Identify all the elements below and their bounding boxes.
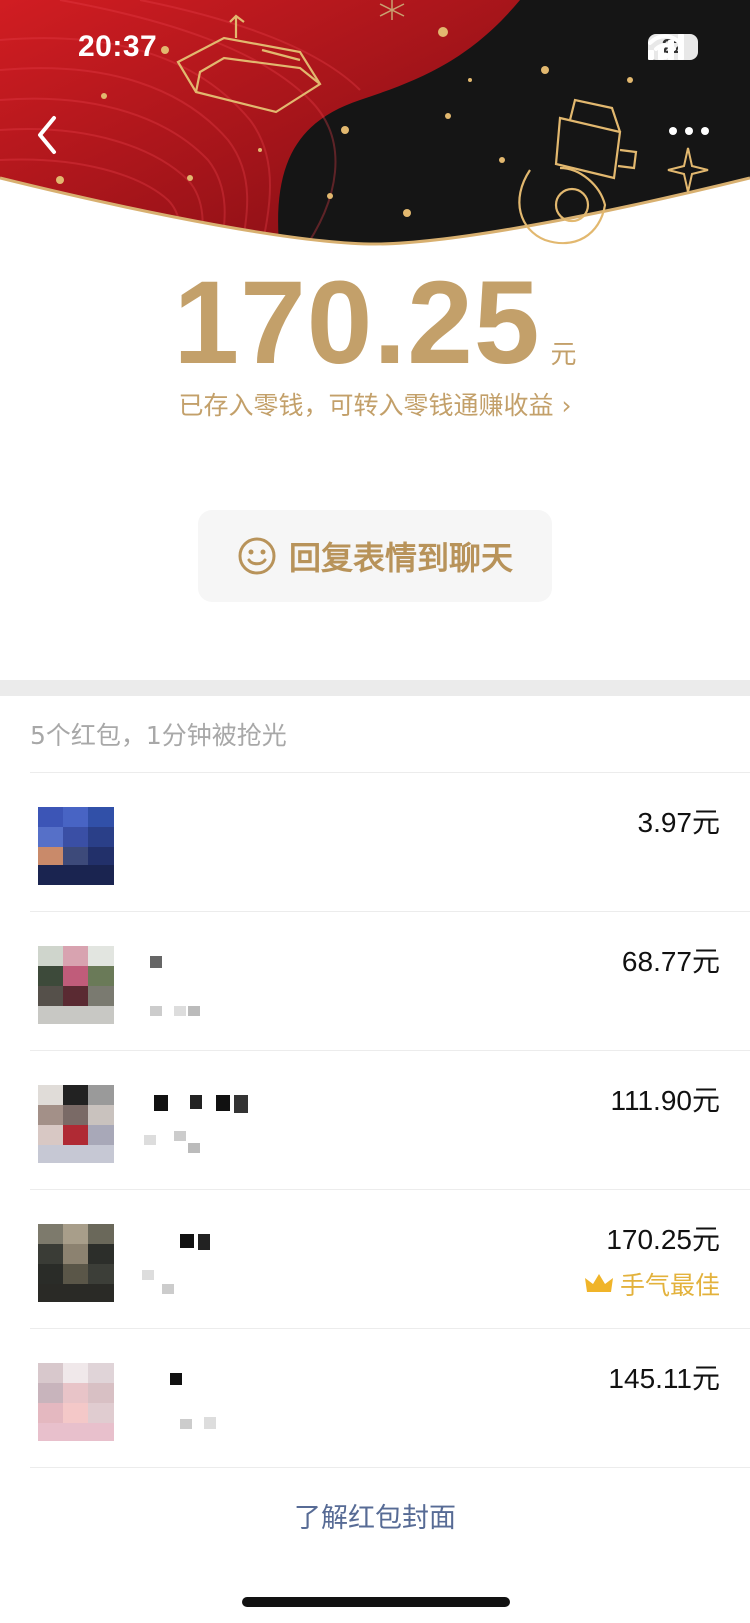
amount-value: 170.25 <box>173 257 541 389</box>
red-envelope-header: 20:37 22 <box>0 0 750 260</box>
claim-row[interactable]: 3.97元 <box>30 772 750 911</box>
more-icon <box>669 127 709 135</box>
wifi-icon <box>648 34 682 60</box>
back-button[interactable] <box>28 110 68 160</box>
best-luck-label: 手气最佳 <box>619 1271 720 1300</box>
name-blur <box>140 1234 250 1308</box>
smiley-icon <box>238 537 276 575</box>
crown-icon <box>584 1274 613 1292</box>
claim-row[interactable]: 68.77元 <box>30 911 750 1050</box>
claim-amount: 68.77元 <box>621 946 720 977</box>
claim-summary: 5个红包，1分钟被抢光 <box>30 721 287 750</box>
section-divider <box>0 680 750 696</box>
claim-amount: 145.11元 <box>608 1363 720 1394</box>
avatar <box>38 1363 114 1441</box>
received-amount: 170.25 元 <box>0 255 750 391</box>
saved-to-balance-link[interactable]: 已存入零钱，可转入零钱通赚收益 › <box>0 386 750 422</box>
claim-amount: 170.25元 <box>606 1224 720 1255</box>
claim-amount: 3.97元 <box>637 807 721 838</box>
avatar <box>38 946 114 1024</box>
claim-row[interactable]: 111.90元 <box>30 1050 750 1189</box>
status-time: 20:37 <box>78 30 158 63</box>
chevron-left-icon <box>38 116 56 154</box>
avatar <box>38 807 114 885</box>
envelope-cover-link[interactable]: 了解红包封面 <box>0 1496 750 1535</box>
name-blur <box>140 1373 230 1447</box>
name-blur <box>140 956 220 1030</box>
avatar <box>38 1085 114 1163</box>
claim-row[interactable]: 170.25元 手气最佳 <box>30 1189 750 1328</box>
name-blur <box>140 1095 270 1169</box>
home-indicator <box>242 1597 510 1607</box>
avatar <box>38 1224 114 1302</box>
best-luck-badge: 手气最佳 <box>584 1266 720 1302</box>
claim-list: 3.97元 68.77元 111.90元 170.25元 手气最佳 145.11… <box>0 772 750 1468</box>
status-icons: 22 <box>648 34 698 60</box>
amount-unit: 元 <box>550 340 577 370</box>
reply-sticker-button[interactable]: 回复表情到聊天 <box>198 510 552 602</box>
reply-button-label: 回复表情到聊天 <box>288 539 513 577</box>
more-options-button[interactable] <box>664 116 714 146</box>
claim-row[interactable]: 145.11元 <box>30 1328 750 1468</box>
claim-amount: 111.90元 <box>610 1085 721 1116</box>
